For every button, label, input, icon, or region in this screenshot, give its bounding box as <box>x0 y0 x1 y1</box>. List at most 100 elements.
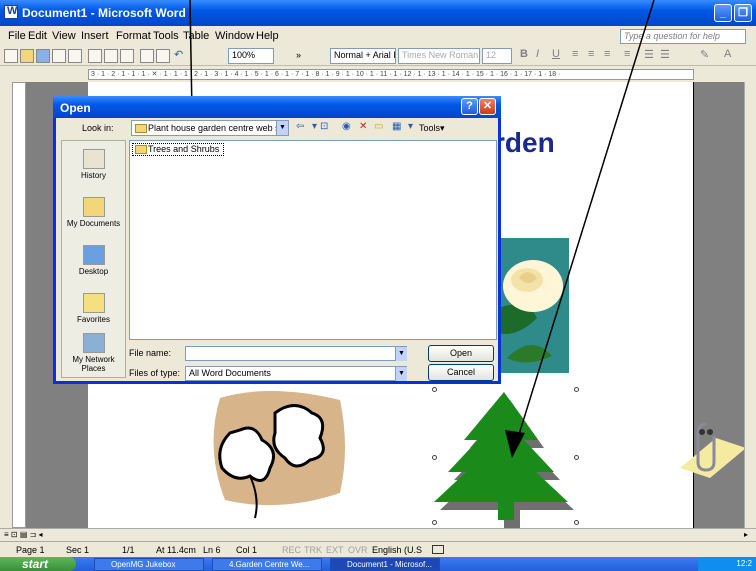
horizontal-ruler[interactable]: 3 · 1 · 2 · 1 · 1 · 1 · ✕ · 1 · 1 · 1 · … <box>0 66 756 82</box>
save-icon[interactable] <box>36 49 50 63</box>
place-my-documents[interactable]: My Documents <box>62 197 125 228</box>
place-label: My Network Places <box>72 355 115 373</box>
style-select[interactable]: Normal + Arial I <box>330 48 396 64</box>
ruler-marks: 3 · 1 · 2 · 1 · 1 · 1 · ✕ · 1 · 1 · 1 · … <box>91 71 561 78</box>
leaf-clipart[interactable] <box>200 388 350 523</box>
status-rec[interactable]: REC <box>282 545 301 555</box>
font-size-select[interactable]: 12 <box>482 48 512 64</box>
menu-help[interactable]: Help <box>256 30 279 42</box>
menu-edit[interactable]: Edit <box>28 30 47 42</box>
paste-icon[interactable] <box>156 49 170 63</box>
place-my-network-places[interactable]: My Network Places <box>62 333 125 373</box>
delete-icon[interactable]: ✕ <box>359 121 367 132</box>
vertical-scrollbar[interactable] <box>744 82 756 528</box>
close-button[interactable]: ✕ <box>479 98 496 115</box>
chevron-down-icon[interactable]: ▾ <box>440 123 445 134</box>
folder-icon <box>135 124 147 133</box>
list-item[interactable]: Trees and Shrubs <box>132 143 224 156</box>
bold-button[interactable]: B <box>520 48 528 60</box>
more-buttons-icon[interactable]: » <box>296 50 301 60</box>
menu-tools[interactable]: Tools <box>153 30 179 42</box>
align-left-icon[interactable]: ≡ <box>572 48 578 60</box>
tree-clipart[interactable] <box>432 380 582 528</box>
menu-view[interactable]: View <box>52 30 76 42</box>
office-assistant-clippy[interactable] <box>676 418 746 478</box>
scroll-right-icon[interactable]: ▸ <box>744 530 748 539</box>
menu-file[interactable]: File <box>8 30 26 42</box>
permission-icon[interactable] <box>52 49 66 63</box>
horizontal-scrollbar[interactable]: ≡ ⊡ ▤ ⊐ ◂ ▸ <box>0 528 756 541</box>
place-favorites[interactable]: Favorites <box>62 293 125 324</box>
selection-handle[interactable] <box>432 455 437 460</box>
formatting-toolbar: ↶ 100% » Normal + Arial I Times New Roma… <box>0 46 756 66</box>
place-desktop[interactable]: Desktop <box>62 245 125 276</box>
task-garden-centre[interactable]: 4.Garden Centre We... <box>212 558 322 571</box>
chevron-down-icon[interactable]: ▼ <box>395 367 407 381</box>
chevron-down-icon[interactable]: ▾ <box>312 121 317 132</box>
views-icon[interactable]: ▦ <box>392 121 401 132</box>
task-openmg-jukebox[interactable]: OpenMG Jukebox <box>94 558 204 571</box>
print-icon[interactable] <box>88 49 102 63</box>
spelling-status-icon[interactable] <box>432 545 444 554</box>
cancel-button[interactable]: Cancel <box>428 364 494 381</box>
back-icon[interactable]: ⇦ <box>296 121 304 132</box>
start-button[interactable]: start <box>0 557 76 571</box>
help-button[interactable]: ? <box>461 98 478 115</box>
file-name-input[interactable] <box>185 346 407 361</box>
task-document1[interactable]: Document1 - Microsof... <box>330 558 440 571</box>
place-history[interactable]: History <box>62 149 125 180</box>
chevron-down-icon[interactable]: ▼ <box>276 121 288 135</box>
selection-handle[interactable] <box>432 387 437 392</box>
menu-insert[interactable]: Insert <box>81 30 109 42</box>
email-icon[interactable] <box>68 49 82 63</box>
spelling-icon[interactable] <box>120 49 134 63</box>
menu-format[interactable]: Format <box>116 30 151 42</box>
selection-handle[interactable] <box>574 520 579 525</box>
menu-table[interactable]: Table <box>183 30 209 42</box>
font-color-icon[interactable]: A <box>724 48 731 60</box>
status-ovr[interactable]: OVR <box>348 545 368 555</box>
align-center-icon[interactable]: ≡ <box>588 48 594 60</box>
status-trk[interactable]: TRK <box>304 545 322 555</box>
minimize-button[interactable]: _ <box>714 4 732 22</box>
open-folder-icon[interactable] <box>20 49 34 63</box>
selection-handle[interactable] <box>574 455 579 460</box>
tools-menu[interactable]: Tools <box>419 123 440 133</box>
italic-button[interactable]: I <box>536 48 539 60</box>
search-web-icon[interactable]: ◉ <box>342 121 351 132</box>
align-right-icon[interactable]: ≡ <box>604 48 610 60</box>
word-app-icon[interactable] <box>4 5 18 19</box>
zoom-select[interactable]: 100% <box>228 48 274 64</box>
copy-icon[interactable] <box>140 49 154 63</box>
vertical-ruler[interactable] <box>12 82 26 528</box>
undo-icon[interactable]: ↶ <box>174 48 183 61</box>
justify-icon[interactable]: ≡ <box>624 48 630 60</box>
status-col: Col 1 <box>236 545 258 555</box>
numbering-icon[interactable]: ☰ <box>644 48 654 61</box>
up-folder-icon[interactable]: ⊡ <box>320 121 328 132</box>
new-document-icon[interactable] <box>4 49 18 63</box>
file-list[interactable]: Trees and Shrubs <box>129 140 497 340</box>
chevron-down-icon[interactable]: ▾ <box>408 121 413 132</box>
open-button[interactable]: Open <box>428 345 494 362</box>
selection-handle[interactable] <box>574 387 579 392</box>
status-ext[interactable]: EXT <box>326 545 344 555</box>
underline-button[interactable]: U <box>552 48 560 60</box>
rose-clipart[interactable] <box>497 238 569 373</box>
view-buttons-icon[interactable]: ≡ ⊡ ▤ ⊐ ◂ <box>4 530 43 539</box>
look-in-select[interactable]: Plant house garden centre web site ▼ <box>131 120 289 136</box>
place-label: My Documents <box>66 219 121 228</box>
file-type-select[interactable]: All Word Documents <box>185 366 407 381</box>
bullets-icon[interactable]: ☰ <box>660 48 670 61</box>
place-label: Desktop <box>78 267 109 276</box>
help-question-box[interactable]: Type a question for help <box>620 29 746 44</box>
print-preview-icon[interactable] <box>104 49 118 63</box>
font-select[interactable]: Times New Roman <box>398 48 480 64</box>
new-folder-icon[interactable]: ▭ <box>374 121 383 132</box>
selection-handle[interactable] <box>432 520 437 525</box>
menu-window[interactable]: Window <box>215 30 254 42</box>
chevron-down-icon[interactable]: ▼ <box>395 347 407 361</box>
highlight-icon[interactable]: ✎ <box>700 48 709 61</box>
restore-button[interactable]: ❐ <box>734 4 752 22</box>
dialog-title-bar: Open ? ✕ <box>53 96 501 118</box>
